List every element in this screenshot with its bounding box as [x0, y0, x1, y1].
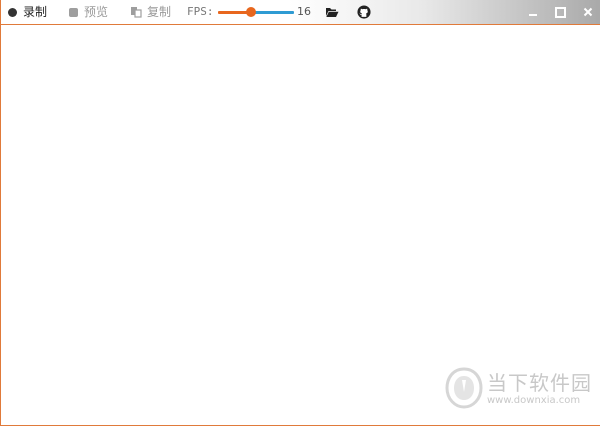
record-label: 录制: [23, 5, 48, 19]
record-button[interactable]: 录制: [8, 0, 47, 24]
maximize-icon[interactable]: [551, 3, 569, 21]
watermark-logo-icon: [445, 367, 483, 409]
folder-open-icon[interactable]: [325, 5, 339, 19]
fps-label: FPS:: [187, 5, 214, 18]
copy-button[interactable]: 复制: [130, 0, 171, 24]
fps-value: 16: [297, 5, 311, 18]
watermark: 当下软件园 www.downxia.com: [445, 364, 595, 414]
fps-slider[interactable]: [218, 7, 294, 17]
fps-slider-thumb[interactable]: [246, 7, 256, 17]
copy-label: 复制: [147, 5, 172, 19]
watermark-url: www.downxia.com: [487, 395, 581, 406]
github-icon[interactable]: [357, 5, 371, 19]
watermark-title: 当下软件园: [487, 371, 592, 395]
preview-label: 预览: [84, 5, 109, 19]
app-window: 录制 预览 复制 FPS: 16 当下软件园 www.downxia.com: [0, 0, 600, 426]
close-icon[interactable]: [579, 3, 597, 21]
fps-slider-track: [251, 11, 294, 14]
minimize-icon[interactable]: [524, 3, 542, 21]
stop-square-icon: [69, 7, 78, 17]
title-bar[interactable]: 录制 预览 复制 FPS: 16: [1, 0, 600, 25]
preview-button[interactable]: 预览: [69, 0, 108, 24]
copy-icon: [130, 6, 142, 18]
record-icon: [8, 7, 17, 17]
